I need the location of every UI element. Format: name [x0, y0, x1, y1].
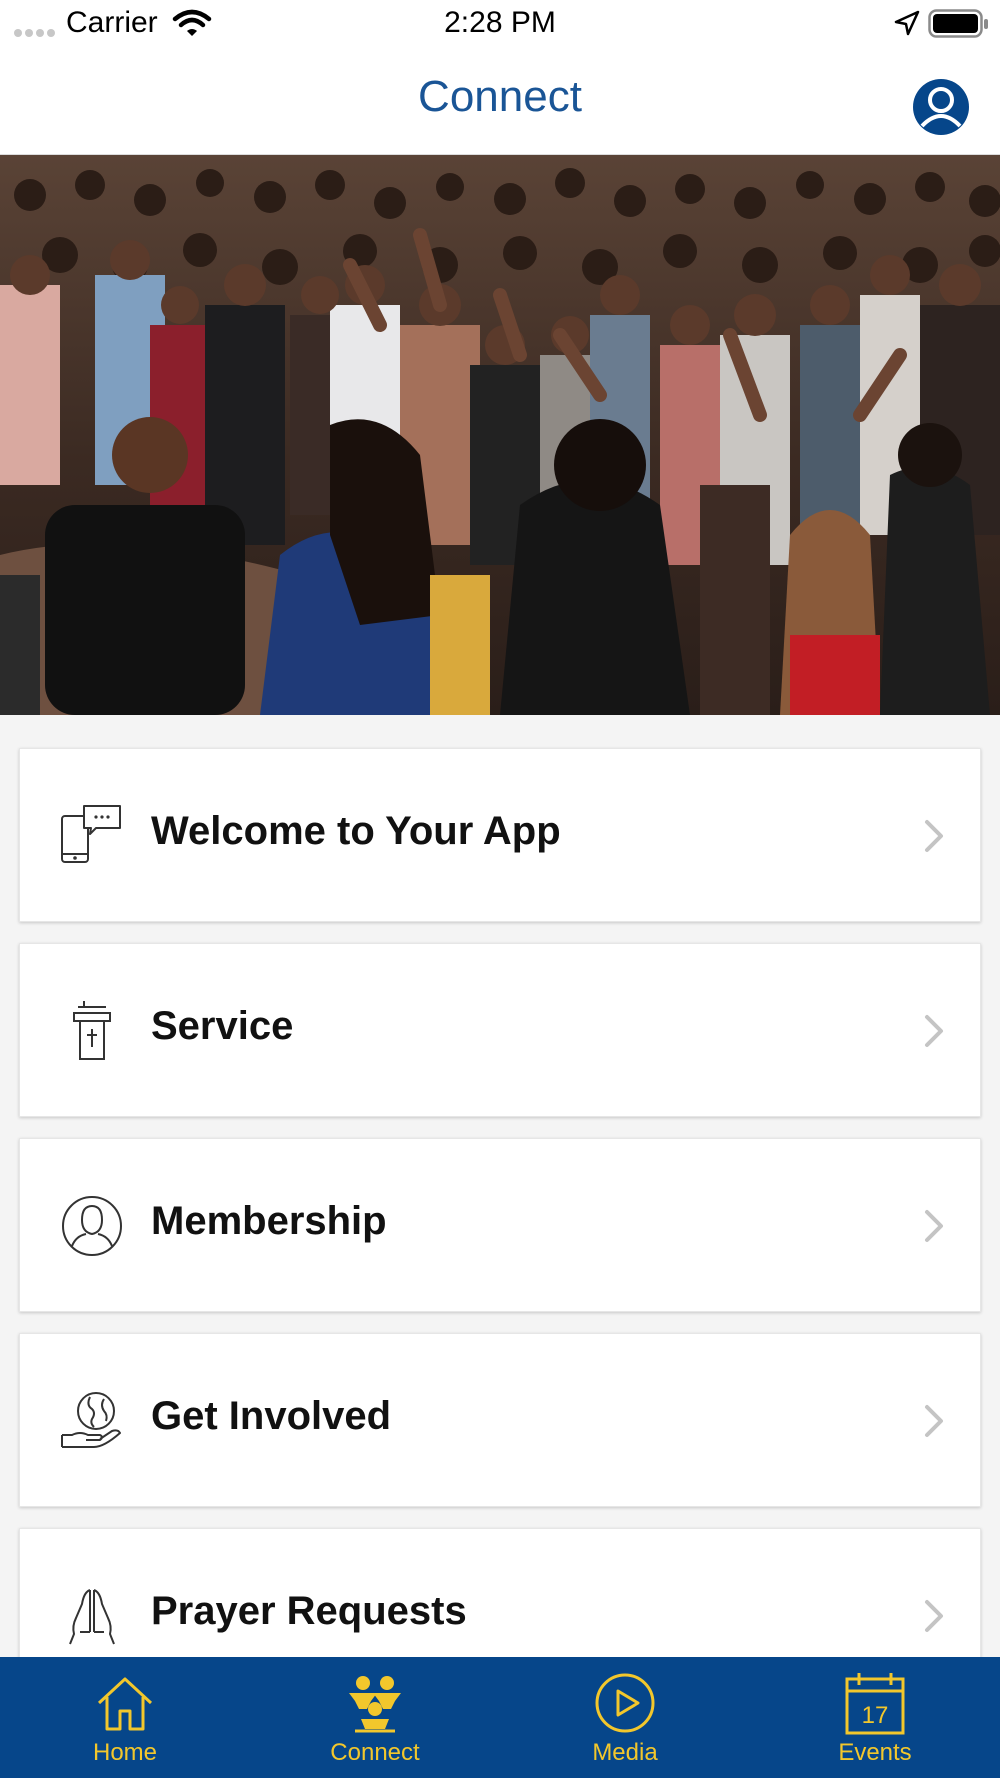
menu-item-service[interactable]: Service [19, 943, 981, 1117]
chevron-right-icon [925, 1210, 943, 1242]
menu-item-welcome[interactable]: Welcome to Your App [19, 748, 981, 922]
phone-chat-icon [61, 805, 121, 863]
menu-item-label: Prayer Requests [151, 1589, 467, 1633]
menu-item-label: Welcome to Your App [151, 809, 561, 853]
navigation-bar: Connect [0, 48, 1000, 155]
menu-item-label: Service [151, 1004, 294, 1048]
chevron-right-icon [925, 1405, 943, 1437]
house-icon [97, 1677, 153, 1731]
chevron-right-icon [925, 1015, 943, 1047]
play-circle-icon [595, 1673, 655, 1733]
page-title: Connect [418, 72, 582, 121]
pulpit-icon [73, 1001, 111, 1060]
menu-item-get-involved[interactable]: Get Involved [19, 1333, 981, 1507]
tab-label: Media [592, 1739, 658, 1766]
user-circle-icon[interactable] [912, 78, 970, 136]
calendar-date: 17 [862, 1702, 889, 1729]
group-icon [349, 1676, 401, 1733]
praying-hands-icon [69, 1589, 115, 1645]
tab-label: Connect [330, 1739, 420, 1766]
hero-image [0, 155, 1000, 715]
location-arrow-icon [894, 10, 920, 36]
calendar-icon: 17 [845, 1673, 905, 1735]
chevron-right-icon [925, 1600, 943, 1632]
tab-events[interactable]: 17 Events [750, 1657, 1000, 1778]
status-time: 2:28 PM [444, 6, 556, 39]
tab-media[interactable]: Media [500, 1657, 750, 1778]
tab-label: Home [92, 1739, 158, 1766]
tab-label: Events [838, 1739, 912, 1766]
tab-bar: Home Connect Media 17 Events [0, 1657, 1000, 1778]
menu-item-membership[interactable]: Membership [19, 1138, 981, 1312]
menu-item-label: Get Involved [151, 1394, 392, 1438]
tab-home[interactable]: Home [0, 1657, 250, 1778]
tab-connect[interactable]: Connect [250, 1657, 500, 1778]
menu-list: Welcome to Your App Service Membership G… [19, 748, 981, 1723]
status-bar: Carrier 2:28 PM [0, 0, 1000, 48]
person-circle-icon [62, 1196, 122, 1256]
battery-icon [928, 9, 988, 38]
worship-crowd-photo [0, 155, 1000, 715]
globe-hand-icon [61, 1392, 121, 1448]
menu-item-label: Membership [151, 1199, 387, 1243]
chevron-right-icon [925, 820, 943, 852]
